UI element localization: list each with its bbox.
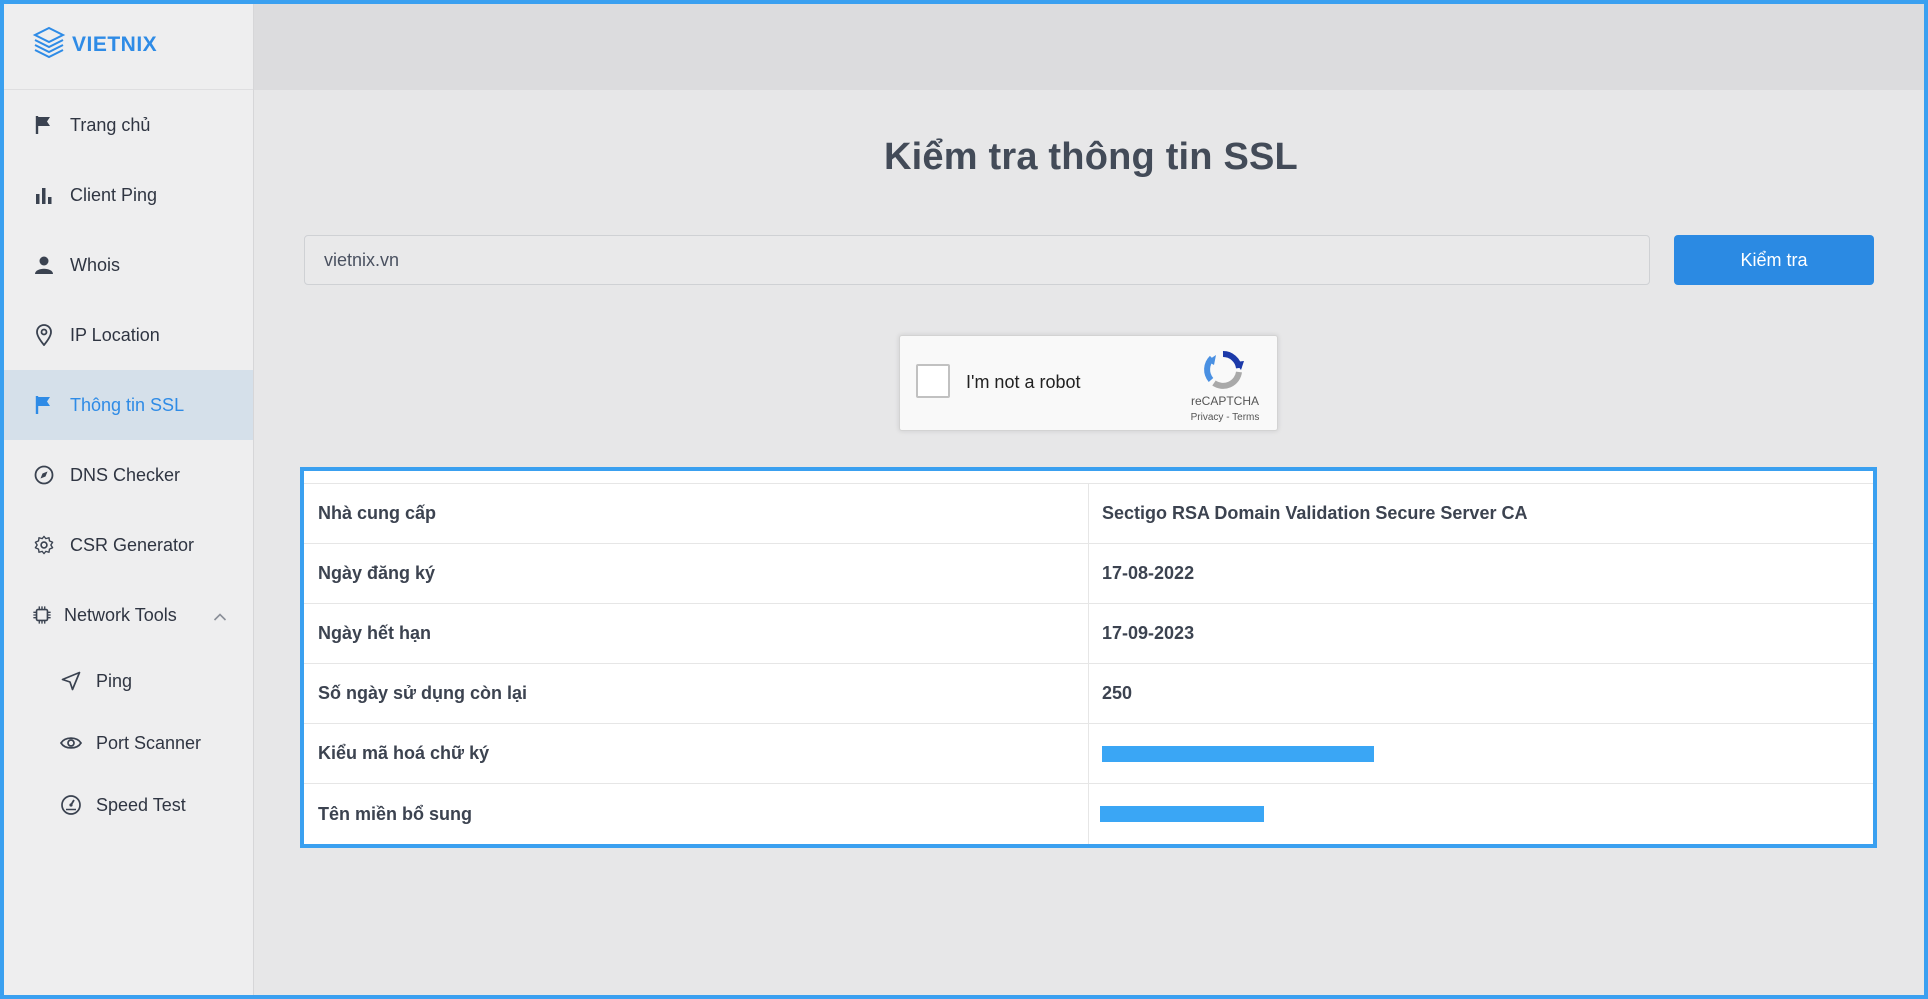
recaptcha-checkbox[interactable] <box>916 364 950 398</box>
sidebar-item-label: Port Scanner <box>96 732 202 753</box>
recaptcha-label: I'm not a robot <box>966 372 1081 392</box>
sidebar-nav: Trang chủ Client Ping Whois IP Location … <box>0 90 253 836</box>
logo-text: VIETNIX <box>72 32 158 56</box>
sidebar-item-trang-chu[interactable]: Trang chủ <box>0 90 253 160</box>
recaptcha-links[interactable]: Privacy - Terms <box>1190 412 1260 423</box>
chip-icon <box>32 605 52 625</box>
eye-icon <box>60 732 82 754</box>
sidebar: VIETNIX Trang chủ Client Ping Whois IP L… <box>0 0 254 999</box>
table-row: Ngày đăng ký 17-08-2022 <box>304 544 1873 604</box>
speedometer-icon <box>60 794 82 816</box>
row-label: Ngày đăng ký <box>304 544 1089 603</box>
sidebar-group-label: Network Tools <box>64 604 177 625</box>
ssl-results-table: Nhà cung cấp Sectigo RSA Domain Validati… <box>300 467 1877 848</box>
logo[interactable]: VIETNIX <box>0 0 253 90</box>
table-row: Kiểu mã hoá chữ ký <box>304 724 1873 784</box>
row-value <box>1089 724 1873 783</box>
redacted-value <box>1102 745 1374 762</box>
vietnix-logo-icon <box>32 25 66 64</box>
sidebar-subitem-speed-test[interactable]: Speed Test <box>0 774 253 836</box>
sidebar-item-label: IP Location <box>70 324 160 345</box>
sidebar-item-csr-generator[interactable]: CSR Generator <box>0 510 253 580</box>
sidebar-item-label: Thông tin SSL <box>70 394 185 415</box>
sidebar-item-label: DNS Checker <box>70 464 181 485</box>
sidebar-subitem-port-scanner[interactable]: Port Scanner <box>0 712 253 774</box>
user-icon <box>34 255 54 275</box>
table-row: Số ngày sử dụng còn lại 250 <box>304 664 1873 724</box>
row-label: Kiểu mã hoá chữ ký <box>304 724 1089 783</box>
table-row: Tên miền bổ sung <box>304 784 1873 844</box>
sidebar-item-label: Ping <box>96 670 133 691</box>
row-label: Số ngày sử dụng còn lại <box>304 664 1089 723</box>
compass-icon <box>34 465 54 485</box>
table-row: Ngày hết hạn 17-09-2023 <box>304 604 1873 664</box>
check-button[interactable]: Kiểm tra <box>1674 235 1874 285</box>
sidebar-item-thong-tin-ssl[interactable]: Thông tin SSL <box>0 370 253 440</box>
sidebar-item-ip-location[interactable]: IP Location <box>0 300 253 370</box>
sidebar-item-label: Client Ping <box>70 184 158 205</box>
redacted-value <box>1100 806 1264 822</box>
sidebar-item-label: Speed Test <box>96 794 186 815</box>
sidebar-item-label: CSR Generator <box>70 534 195 555</box>
recaptcha-widget: I'm not a robot reCAPTCHA Privacy - Term… <box>899 335 1278 431</box>
row-value: Sectigo RSA Domain Validation Secure Ser… <box>1102 503 1528 523</box>
row-value: 17-08-2022 <box>1102 563 1195 583</box>
sidebar-subitem-ping[interactable]: Ping <box>0 650 253 712</box>
sidebar-group-network-tools[interactable]: Network Tools <box>0 580 253 650</box>
send-icon <box>60 670 82 692</box>
page-title: Kiểm tra thông tin SSL <box>884 136 1298 178</box>
gear-icon <box>34 535 54 555</box>
row-value: 250 <box>1102 683 1133 703</box>
recaptcha-logo-icon <box>1200 350 1246 390</box>
top-bar <box>254 0 1928 90</box>
row-label: Nhà cung cấp <box>304 484 1089 543</box>
location-pin-icon <box>34 324 54 346</box>
domain-input[interactable] <box>304 235 1650 285</box>
row-value: 17-09-2023 <box>1102 623 1195 643</box>
sidebar-item-whois[interactable]: Whois <box>0 230 253 300</box>
flag-icon <box>34 395 54 415</box>
table-row: Nhà cung cấp Sectigo RSA Domain Validati… <box>304 484 1873 544</box>
sidebar-item-dns-checker[interactable]: DNS Checker <box>0 440 253 510</box>
recaptcha-brand: reCAPTCHA <box>1190 394 1259 408</box>
sidebar-item-label: Whois <box>70 254 121 275</box>
bar-chart-icon <box>34 185 54 205</box>
flag-icon <box>34 115 54 135</box>
row-label: Tên miền bổ sung <box>304 784 1089 844</box>
chevron-up-icon[interactable] <box>213 606 227 627</box>
row-label: Ngày hết hạn <box>304 604 1089 663</box>
sidebar-item-client-ping[interactable]: Client Ping <box>0 160 253 230</box>
row-value <box>1089 784 1873 844</box>
sidebar-item-label: Trang chủ <box>70 114 151 135</box>
